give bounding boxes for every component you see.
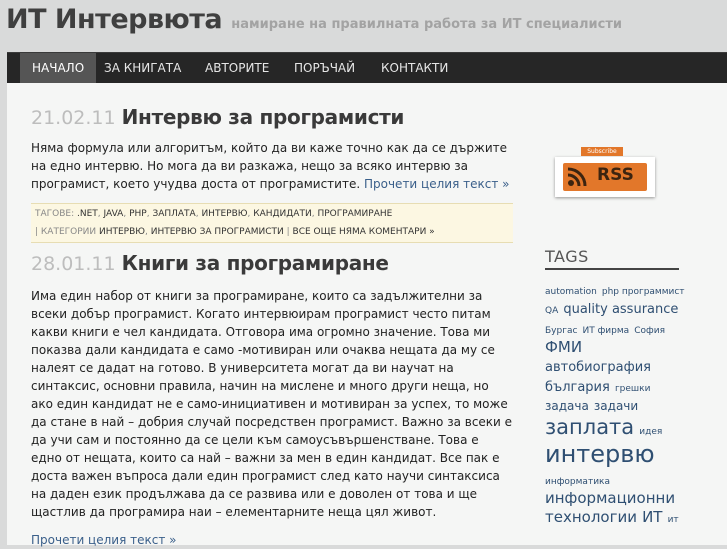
nav-item-order[interactable]: Поръчай [282, 53, 367, 83]
tag-cloud-item[interactable]: Бургас [545, 326, 577, 336]
tag-cloud-item[interactable]: ИТ [642, 508, 662, 526]
tag-cloud-item[interactable]: интервю [545, 440, 655, 468]
sidebar: RSS Subscribe Tags automation php програ… [545, 145, 685, 526]
tag-cloud-item[interactable]: задачи [594, 399, 638, 413]
tag-link[interactable]: java [104, 209, 124, 219]
tag-link[interactable]: програмиране [317, 209, 392, 219]
tag-link[interactable]: интервю [201, 209, 247, 219]
rss-label: RSS [597, 165, 634, 185]
tag-cloud-item[interactable]: QA [545, 306, 558, 316]
post-title: 28.01.11 Книги за програмиране [31, 249, 513, 277]
tag-cloud-item[interactable]: София [634, 326, 665, 336]
nav-item-contacts[interactable]: Контакти [369, 53, 460, 83]
tag-cloud-item[interactable]: българия [545, 380, 610, 395]
tag-link[interactable]: кандидати [253, 209, 312, 219]
tag-cloud: automation php программист QA quality as… [545, 279, 687, 526]
tag-cloud-item[interactable]: ит [668, 515, 679, 525]
post: 28.01.11 Книги за програмиране Има един н… [31, 249, 513, 549]
post-excerpt: Има един набор от книги за програмиране,… [31, 289, 513, 519]
nav-item-about-book[interactable]: За книгата [92, 53, 193, 83]
main-nav: Начало За книгата Авторите Поръчай Конта… [7, 52, 727, 83]
site-header: ИТ Интервюта намиране на правилната рабо… [6, 4, 622, 44]
post-title-link[interactable]: Книги за програмиране [122, 251, 389, 275]
tag-link[interactable]: заплата [152, 209, 195, 219]
post-title-link[interactable]: Интервю за програмисти [122, 105, 405, 129]
rss-button[interactable]: RSS [563, 163, 647, 191]
read-more-row: Прочети целия текст » [31, 531, 513, 549]
site-title[interactable]: ИТ Интервюта [6, 4, 223, 35]
comments-link[interactable]: Все още няма коментари » [293, 227, 435, 237]
site-tagline: намиране на правилната работа за ИТ спец… [231, 17, 622, 32]
category-link[interactable]: интервю за програмисти [151, 227, 284, 237]
content-area: 21.02.11 Интервю за програмисти Няма форм… [7, 83, 727, 547]
tag-cloud-item[interactable]: ИТ фирма [583, 326, 630, 336]
nav-item-home[interactable]: Начало [20, 53, 97, 83]
post: 21.02.11 Интервю за програмисти Няма форм… [31, 103, 513, 243]
tags-label: Тагове: [35, 209, 75, 219]
tag-cloud-item[interactable]: грешки [615, 384, 651, 394]
tag-cloud-item[interactable]: задача [545, 399, 589, 413]
nav-item-authors[interactable]: Авторите [193, 53, 281, 83]
tag-cloud-item[interactable]: заплата [545, 415, 634, 439]
post-list: 21.02.11 Интервю за програмисти Няма форм… [31, 103, 513, 549]
post-date: 21.02.11 [31, 107, 116, 129]
tags-heading: Tags [545, 247, 679, 270]
tag-cloud-item[interactable]: автобиография [545, 360, 651, 375]
category-link[interactable]: интервю [99, 227, 145, 237]
post-date: 28.01.11 [31, 253, 116, 275]
tag-cloud-item[interactable]: quality assurance [563, 302, 678, 317]
tag-link[interactable]: php [129, 209, 147, 219]
read-more-link[interactable]: Прочети целия текст » [364, 177, 509, 191]
rss-icon [567, 167, 587, 187]
tag-cloud-item[interactable]: идея [639, 427, 662, 437]
rss-button-frame: RSS [555, 157, 655, 197]
tag-cloud-item[interactable]: ФМИ [545, 338, 582, 356]
tag-cloud-item[interactable]: automation [545, 287, 597, 297]
tag-cloud-item[interactable]: информатика [545, 477, 610, 487]
rss-subscribe-label: Subscribe [581, 147, 623, 156]
tag-link[interactable]: .net [77, 209, 98, 219]
post-excerpt: Няма формула или алгоритъм, който да ви … [31, 139, 513, 193]
post-title: 21.02.11 Интервю за програмисти [31, 103, 513, 131]
categories-label: Категории [40, 227, 97, 237]
rss-subscribe-badge[interactable]: RSS Subscribe [555, 145, 655, 197]
tag-cloud-item[interactable]: php программист [602, 287, 685, 297]
post-meta: Тагове: .net, java, php, заплата, интерв… [31, 203, 513, 243]
